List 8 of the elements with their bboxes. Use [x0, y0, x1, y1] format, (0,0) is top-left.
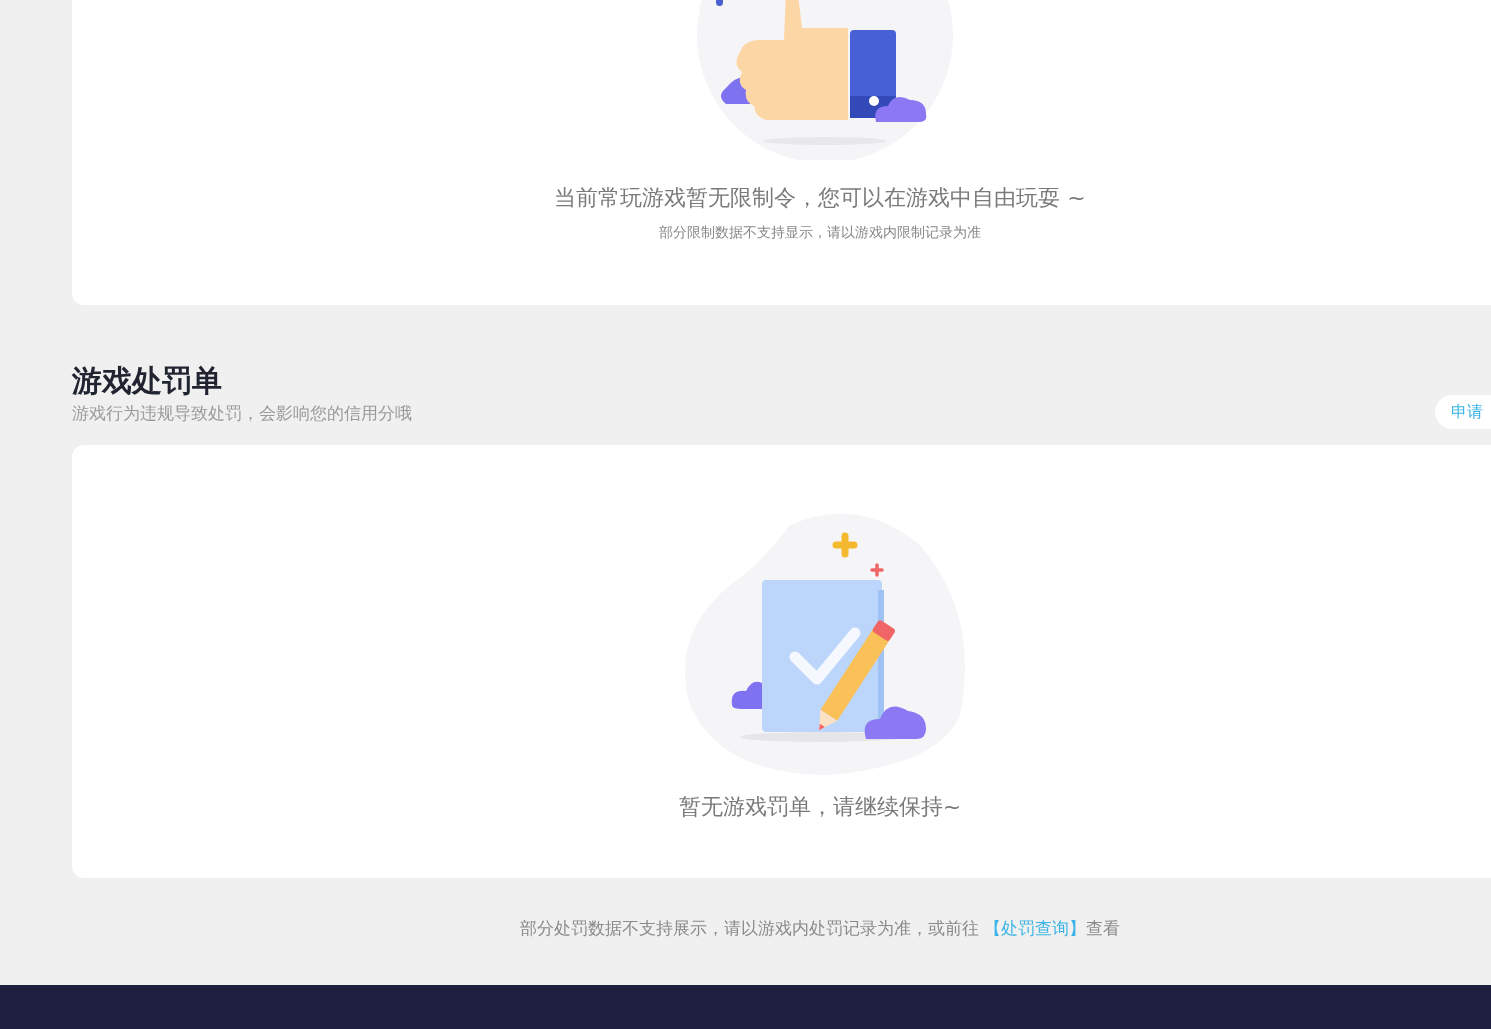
section-title: 游戏处罚单	[72, 363, 223, 399]
penalty-query-link[interactable]: 【处罚查询】	[984, 918, 1087, 938]
apply-button[interactable]: 申请	[1435, 395, 1491, 429]
footer-note: 部分处罚数据不支持展示，请以游戏内处罚记录为准，或前往 【处罚查询】查看	[518, 917, 1122, 940]
empty-message: 当前常玩游戏暂无限制令，您可以在游戏中自由玩耍 ~	[554, 184, 1086, 212]
empty-note: 部分限制数据不支持显示，请以游戏内限制记录为准	[659, 223, 981, 242]
section-subtitle: 游戏行为违规导致处罚，会影响您的信用分哦	[72, 402, 412, 425]
empty-message: 暂无游戏罚单，请继续保持~	[678, 793, 962, 821]
